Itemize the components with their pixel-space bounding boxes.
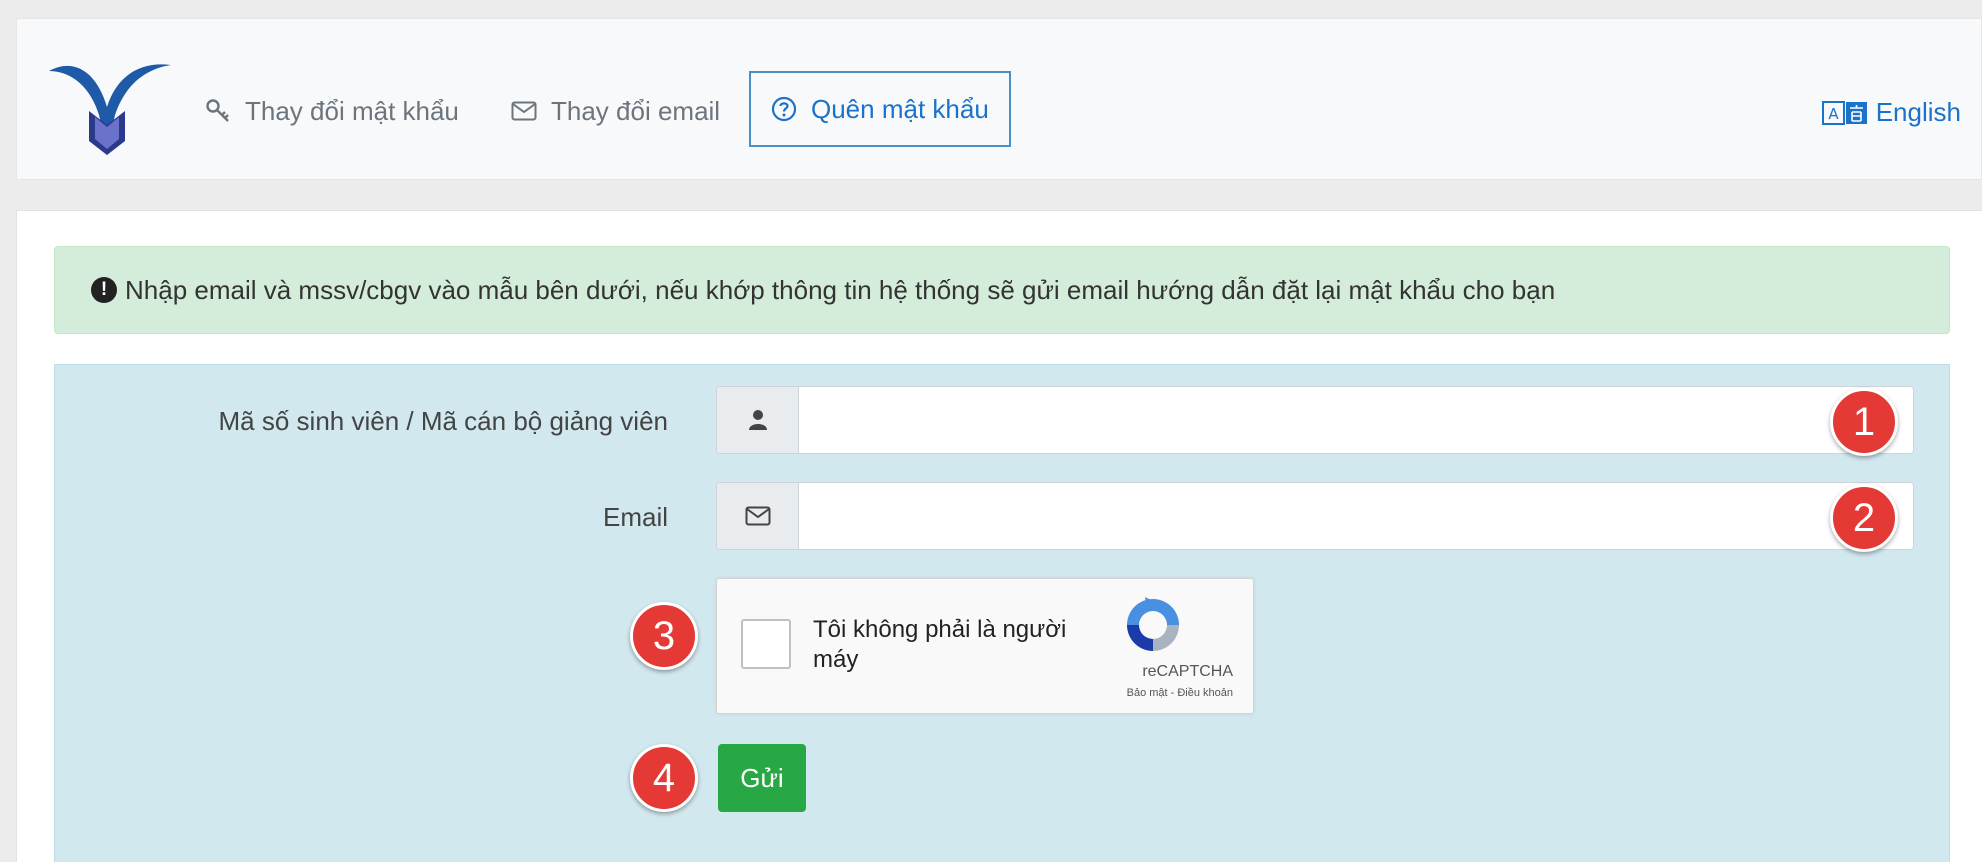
envelope-icon [511, 101, 537, 121]
user-icon [748, 410, 767, 430]
nav-change-email[interactable]: Thay đổi email [511, 81, 720, 141]
exclamation-circle-icon: ! [91, 277, 117, 303]
id-input[interactable] [799, 387, 1913, 453]
language-switch[interactable]: A English [1821, 97, 1961, 128]
nav-forgot-password[interactable]: Quên mật khẩu [749, 71, 1011, 147]
nav-change-email-label: Thay đổi email [551, 95, 721, 126]
recaptcha-checkbox[interactable] [741, 619, 791, 669]
language-label: English [1875, 97, 1961, 127]
email-input[interactable] [799, 483, 1913, 549]
step-badge-4: 4 [630, 744, 698, 812]
id-input-group [716, 386, 1914, 454]
id-addon [717, 387, 799, 453]
nav-change-password-label: Thay đổi mật khẩu [245, 95, 459, 126]
recaptcha-brand: reCAPTCHA [1142, 663, 1233, 680]
submit-button[interactable]: Gửi [718, 744, 806, 812]
recaptcha-links[interactable]: Bảo mật - Điều khoản [1127, 687, 1233, 699]
email-label: Email [602, 502, 668, 532]
step-badge-3: 3 [630, 602, 698, 670]
top-navbar: Thay đổi mật khẩu Thay đổi email Quên mậ… [16, 18, 1982, 180]
recaptcha-widget: Tôi không phải là người máy reCAPTCHA Bả… [716, 578, 1254, 714]
site-logo[interactable] [45, 55, 175, 159]
alert-message: Nhập email và mssv/cbgv vào mẫu bên dưới… [125, 274, 1556, 305]
email-addon [717, 483, 799, 549]
email-input-group [716, 482, 1914, 550]
question-circle-icon [771, 96, 797, 122]
step-badge-2: 2 [1830, 484, 1898, 552]
nav-forgot-password-label: Quên mật khẩu [811, 93, 989, 124]
step-badge-1: 1 [1830, 388, 1898, 456]
envelope-icon [745, 506, 770, 526]
svg-text:A: A [1828, 105, 1839, 123]
key-icon [206, 99, 229, 122]
id-label: Mã số sinh viên / Mã cán bộ giảng viên [218, 406, 668, 436]
recaptcha-logo-icon [1127, 597, 1179, 651]
info-alert: ! Nhập email và mssv/cbgv vào mẫu bên dư… [54, 246, 1950, 334]
recaptcha-label: Tôi không phải là người máy [813, 616, 1067, 673]
nav-change-password[interactable]: Thay đổi mật khẩu [205, 81, 459, 141]
language-icon: A [1821, 100, 1867, 125]
